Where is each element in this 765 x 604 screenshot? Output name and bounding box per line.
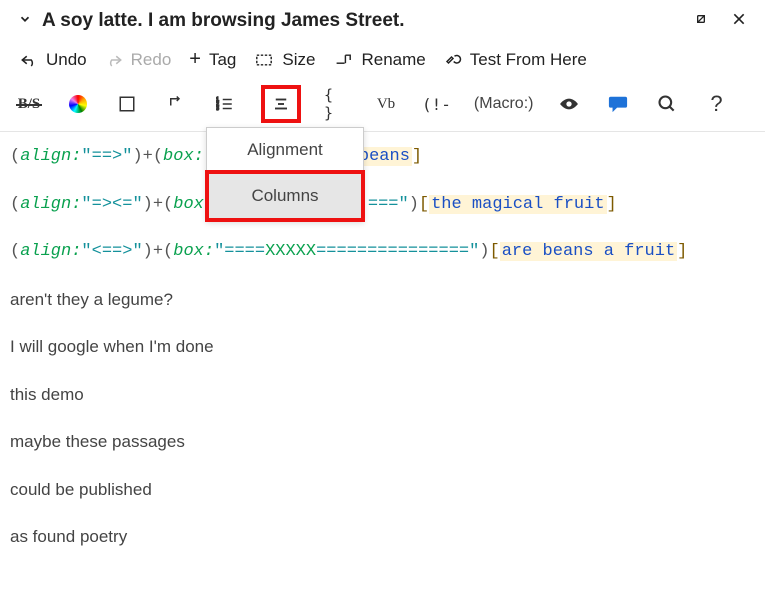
plain-text-line: this demo [10,382,755,408]
alignment-dropdown: Alignment Columns [206,127,364,221]
list-bullets-icon[interactable]: 123 [212,91,238,117]
plain-text-line: could be published [10,477,755,503]
speech-bubble-icon[interactable] [605,91,631,117]
close-icon[interactable] [731,11,747,32]
borders-icon[interactable] [114,91,140,117]
tag-button[interactable]: + Tag [189,48,236,71]
braces-icon[interactable]: { } [324,91,350,117]
macro-label[interactable]: (Macro:) [474,95,534,113]
plain-text-line: maybe these passages [10,429,755,455]
strikethrough-styles-icon[interactable]: B/S [16,91,42,117]
verbatim-icon[interactable]: Vb [373,91,399,117]
dropdown-item-columns[interactable]: Columns [209,174,361,218]
expand-icon[interactable] [693,11,709,32]
plain-text-line: as found poetry [10,524,755,550]
size-button[interactable]: Size [254,50,315,70]
redo-button[interactable]: Redo [105,50,172,70]
dropdown-item-alignment[interactable]: Alignment [207,128,363,172]
preview-icon[interactable] [556,91,582,117]
code-line: (align:"==>")+(box:"======XXXXX")[beans] [10,144,755,170]
collapse-chevron-icon[interactable] [18,12,32,31]
search-icon[interactable] [654,91,680,117]
alignment-icon[interactable] [261,85,301,123]
rename-button[interactable]: Rename [333,50,425,70]
plain-text-line: I will google when I'm done [10,334,755,360]
passage-title: A soy latte. I am browsing James Street. [42,10,693,32]
undo-button[interactable]: Undo [20,50,87,70]
colors-icon[interactable] [65,91,91,117]
editor-area[interactable]: (align:"==>")+(box:"======XXXXX")[beans]… [0,132,765,582]
svg-text:3: 3 [216,106,219,112]
comment-icon[interactable]: (!- [422,91,451,117]
plain-text-line: aren't they a legume? [10,287,755,313]
test-from-here-button[interactable]: Test From Here [444,50,587,70]
code-line: (align:"<==>")+(box:"====XXXXX==========… [10,239,755,265]
help-icon[interactable]: ? [703,91,729,117]
rotate-icon[interactable] [163,91,189,117]
code-line: (align:"=><=")+(box:"===XXXXX===")[the m… [10,192,755,218]
